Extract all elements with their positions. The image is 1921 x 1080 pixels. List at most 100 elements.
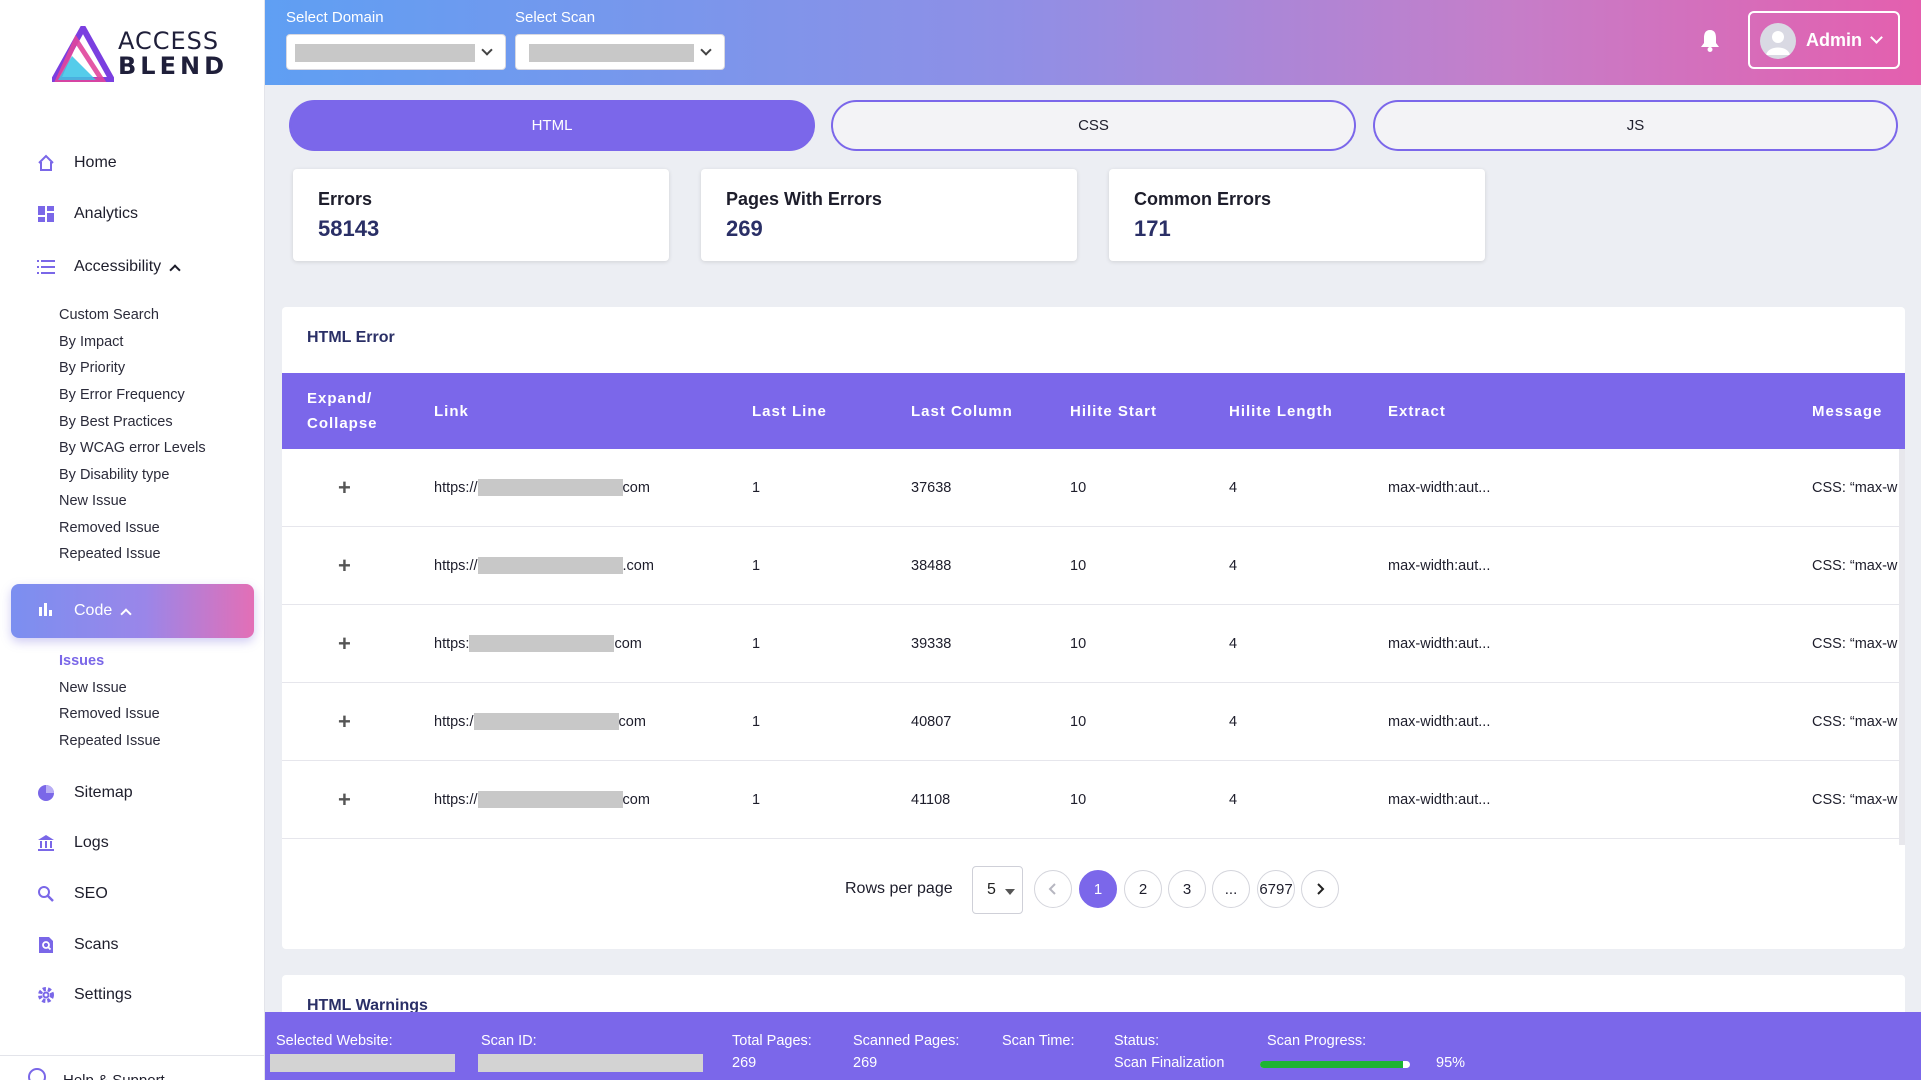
- sidebar-item-accessibility[interactable]: Accessibility: [0, 247, 265, 287]
- submenu-code-repeated-issue[interactable]: Repeated Issue: [59, 733, 161, 749]
- row-link[interactable]: https:// .com: [434, 527, 654, 604]
- page-button-2[interactable]: 2: [1124, 870, 1162, 908]
- column-header-hilite-length: Hilite Length: [1229, 402, 1333, 420]
- submenu-by-priority[interactable]: By Priority: [59, 360, 125, 376]
- chevron-up-icon: [120, 608, 132, 620]
- plus-icon: +: [338, 474, 351, 500]
- selected-website-label: Selected Website:: [276, 1033, 393, 1049]
- total-pages-value: 269: [732, 1055, 757, 1071]
- domain-select[interactable]: [286, 34, 506, 70]
- avatar: [1760, 23, 1796, 59]
- submenu-by-impact[interactable]: By Impact: [59, 334, 123, 350]
- page-button-3[interactable]: 3: [1168, 870, 1206, 908]
- scan-time-label: Scan Time:: [1002, 1033, 1075, 1049]
- column-header-link: Link: [434, 402, 469, 420]
- submenu-removed-issue[interactable]: Removed Issue: [59, 520, 160, 536]
- domain-select-label: Select Domain: [286, 9, 384, 26]
- submenu-repeated-issue[interactable]: Repeated Issue: [59, 546, 161, 562]
- expand-row-button[interactable]: +: [338, 527, 351, 604]
- chevron-down-icon: [1870, 31, 1883, 44]
- brand-name: ACCESS BLEND: [118, 29, 228, 79]
- cell-hilite-start: 10: [1070, 791, 1087, 808]
- table-row: + https:// com 1 37638 10 4 max-width:aut... CSS…: [282, 449, 1905, 527]
- scan-progress-fill: [1260, 1061, 1403, 1068]
- link-suffix: com: [622, 791, 650, 808]
- submenu-by-wcag-levels[interactable]: By WCAG error Levels: [59, 440, 206, 456]
- link-prefix: https://: [434, 479, 478, 496]
- cell-extract: max-width:aut...: [1388, 791, 1491, 808]
- search-icon: [36, 884, 56, 904]
- cell-last-column: 40807: [911, 713, 952, 730]
- row-link[interactable]: https:// com: [434, 761, 650, 838]
- sidebar-item-seo[interactable]: SEO: [0, 874, 265, 914]
- submenu-new-issue[interactable]: New Issue: [59, 493, 127, 509]
- sidebar-item-label-text: Accessibility: [74, 258, 162, 275]
- prev-page-button[interactable]: [1034, 870, 1072, 908]
- submenu-code-removed-issue[interactable]: Removed Issue: [59, 706, 160, 722]
- submenu-by-error-frequency[interactable]: By Error Frequency: [59, 387, 185, 403]
- sidebar-item-help[interactable]: Help & Support: [0, 1055, 265, 1080]
- submenu-custom-search[interactable]: Custom Search: [59, 307, 159, 323]
- submenu-issues[interactable]: Issues: [59, 653, 104, 669]
- sidebar-item-scans[interactable]: Scans: [0, 925, 265, 965]
- home-icon: [36, 153, 56, 173]
- link-suffix: .com: [622, 557, 654, 574]
- sidebar-item-analytics[interactable]: Analytics: [0, 194, 265, 234]
- cell-hilite-length: 4: [1229, 557, 1238, 574]
- chevron-down-icon: [700, 44, 712, 56]
- rows-per-page-select[interactable]: 5: [972, 866, 1023, 914]
- tab-css[interactable]: CSS: [831, 100, 1356, 151]
- sidebar-item-label: Accessibility: [74, 258, 181, 276]
- sidebar-item-label-text: Code: [74, 602, 113, 619]
- row-link[interactable]: https:// com: [434, 449, 650, 526]
- horizontal-scrollbar[interactable]: [1899, 449, 1905, 845]
- notification-bell-icon[interactable]: [1699, 28, 1721, 52]
- total-pages-label: Total Pages:: [732, 1033, 812, 1049]
- expand-row-button[interactable]: +: [338, 605, 351, 682]
- cell-last-line: 1: [752, 713, 761, 730]
- brand-logo[interactable]: ACCESS BLEND: [52, 26, 228, 82]
- link-prefix: https:/: [434, 713, 474, 730]
- stat-card-pages-with-errors: Pages With Errors 269: [701, 169, 1077, 261]
- brand-line-2: BLEND: [118, 52, 228, 80]
- scan-select[interactable]: [515, 34, 725, 70]
- row-link[interactable]: https:/ com: [434, 683, 646, 760]
- submenu-by-disability-type[interactable]: By Disability type: [59, 467, 169, 483]
- submenu-by-best-practices[interactable]: By Best Practices: [59, 414, 173, 430]
- card-title: HTML Error: [307, 329, 395, 346]
- user-menu-button[interactable]: Admin: [1748, 11, 1900, 69]
- link-prefix: https://: [434, 557, 478, 574]
- scanned-pages-value: 269: [853, 1055, 878, 1071]
- rows-per-page-value: 5: [987, 881, 996, 898]
- stat-value: 171: [1134, 216, 1171, 241]
- page-button-1[interactable]: 1: [1079, 870, 1117, 908]
- stat-title: Pages With Errors: [726, 189, 882, 209]
- cell-hilite-start: 10: [1070, 713, 1087, 730]
- expand-row-button[interactable]: +: [338, 761, 351, 838]
- expand-row-button[interactable]: +: [338, 683, 351, 760]
- top-bar: Select Domain Select Scan: [265, 0, 1921, 85]
- scan-progress-label: Scan Progress:: [1267, 1033, 1367, 1049]
- sidebar-item-label: Analytics: [74, 205, 139, 222]
- row-link[interactable]: https: com: [434, 605, 642, 682]
- sidebar-item-settings[interactable]: Settings: [0, 975, 265, 1015]
- sidebar-item-home[interactable]: Home: [0, 143, 265, 183]
- sidebar-item-code[interactable]: Code: [11, 584, 254, 638]
- cell-message: CSS: “max-w: [1812, 791, 1898, 808]
- tab-html[interactable]: HTML: [289, 100, 815, 151]
- submenu-code-new-issue[interactable]: New Issue: [59, 680, 127, 696]
- sidebar-item-logs[interactable]: Logs: [0, 823, 265, 863]
- header-line: Expand/: [307, 390, 373, 407]
- table-header: Expand/Collapse Link Last Line Last Colu…: [282, 373, 1905, 449]
- sidebar-item-sitemap[interactable]: Sitemap: [0, 773, 265, 813]
- page-button-last[interactable]: 6797: [1257, 870, 1295, 908]
- table-row: + https: com 1 39338 10 4 max-width:aut... CSS: …: [282, 605, 1905, 683]
- cell-last-column: 38488: [911, 557, 952, 574]
- tab-js[interactable]: JS: [1373, 100, 1898, 151]
- table-row: + https:// com 1 41108 10 4 max-width:aut... CSS…: [282, 761, 1905, 839]
- plus-icon: +: [338, 786, 351, 812]
- cell-last-line: 1: [752, 479, 761, 496]
- expand-row-button[interactable]: +: [338, 449, 351, 526]
- redacted-website: [270, 1054, 455, 1072]
- next-page-button[interactable]: [1301, 870, 1339, 908]
